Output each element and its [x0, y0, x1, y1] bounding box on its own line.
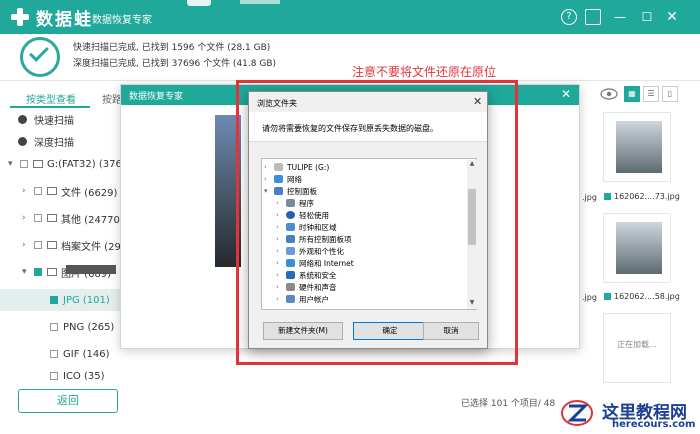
- thumbnail-card[interactable]: [603, 112, 671, 182]
- checkbox[interactable]: [50, 350, 58, 358]
- tree-label: ICO (35): [63, 370, 105, 382]
- back-button[interactable]: 返回: [18, 389, 118, 413]
- save-icon[interactable]: [585, 9, 601, 25]
- check-circle-icon: [18, 114, 27, 124]
- logo-cross-icon: [10, 7, 30, 27]
- thumbnail-label[interactable]: 162062....58.jpg: [604, 292, 680, 301]
- top-tab-indicator-2: [240, 0, 280, 4]
- checkbox[interactable]: [34, 187, 42, 195]
- folder-icon: [47, 187, 57, 195]
- thumbnail-partial-label: .jpg: [582, 193, 597, 202]
- tree-label: 其他 (24770): [61, 214, 124, 226]
- checkbox[interactable]: [604, 193, 611, 200]
- close-icon[interactable]: ✕: [561, 87, 571, 101]
- app-logo: 数据蛙: [10, 6, 93, 30]
- thumbnail-image: [616, 121, 662, 173]
- deep-scan-status: 深度扫描已完成, 已找到 37696 个文件 (41.8 GB): [73, 59, 277, 69]
- check-circle-icon: [18, 136, 27, 146]
- thumbnail-card[interactable]: [603, 213, 671, 283]
- tree-label: GIF (146): [63, 348, 110, 360]
- thumbnail-filename: 162062....73.jpg: [614, 192, 680, 201]
- checkbox[interactable]: [34, 214, 42, 222]
- chevron-right-icon[interactable]: ›: [22, 186, 34, 196]
- checkbox[interactable]: [50, 372, 58, 380]
- help-icon[interactable]: ?: [561, 9, 577, 25]
- tree-label: 文件 (6629): [61, 187, 118, 199]
- checkbox[interactable]: [604, 293, 611, 300]
- tree-label: PNG (265): [63, 321, 115, 333]
- thumbnail-partial-label: .jpg: [582, 293, 597, 302]
- chevron-right-icon[interactable]: ›: [22, 240, 34, 250]
- thumbnail-card-loading[interactable]: 正在加载...: [603, 313, 671, 383]
- eye-icon[interactable]: [600, 88, 618, 100]
- checkbox[interactable]: [34, 241, 42, 249]
- chevron-down-icon[interactable]: ▾: [22, 267, 34, 277]
- top-tab-indicator: [187, 0, 211, 6]
- checkbox[interactable]: [20, 160, 28, 168]
- minimize-icon[interactable]: —: [612, 9, 628, 25]
- mode-label: 深度扫描: [34, 137, 74, 149]
- tree-label: JPG (101): [63, 294, 110, 306]
- selection-status: 已选择 101 个项目/ 48: [461, 399, 556, 409]
- tab-by-path[interactable]: 按路: [102, 91, 122, 106]
- annotation-highlight-box: [236, 80, 518, 365]
- thumbnail-image: [616, 222, 662, 274]
- chevron-down-icon[interactable]: ▾: [8, 159, 20, 169]
- maximize-icon[interactable]: ☐: [639, 9, 655, 25]
- mode-label: 快速扫描: [34, 115, 74, 127]
- checkbox[interactable]: [50, 296, 58, 304]
- thumbnail-label[interactable]: 162062....73.jpg: [604, 192, 680, 201]
- detail-view-icon[interactable]: ▯: [662, 86, 678, 102]
- view-mode-switcher: ▦ ☰ ▯: [624, 86, 678, 102]
- app-subtitle: 数据恢复专家: [92, 15, 152, 26]
- loading-text: 正在加载...: [617, 340, 657, 349]
- archive-icon: [47, 241, 57, 249]
- folder-icon: [47, 214, 57, 222]
- close-icon[interactable]: ✕: [664, 9, 680, 25]
- thumbnail-filename: 162062....58.jpg: [614, 292, 680, 301]
- drive-icon: [33, 160, 43, 168]
- watermark-logo-icon: [561, 400, 593, 426]
- app-name: 数据蛙: [36, 9, 93, 30]
- grid-view-icon[interactable]: ▦: [624, 86, 640, 102]
- checkbox[interactable]: [34, 268, 42, 276]
- list-view-icon[interactable]: ☰: [643, 86, 659, 102]
- checkbox[interactable]: [50, 323, 58, 331]
- thumbnail-strip: [66, 265, 116, 274]
- tab-by-type[interactable]: 按类型查看: [26, 91, 76, 106]
- chevron-right-icon[interactable]: ›: [22, 213, 34, 223]
- image-icon: [47, 268, 57, 276]
- quick-scan-status: 快速扫描已完成, 已找到 1596 个文件 (28.1 GB): [73, 43, 271, 53]
- tree-subitem-ico[interactable]: ICO (35): [0, 370, 170, 382]
- annotation-note: 注意不要将文件还原在原位: [352, 65, 497, 79]
- watermark-url: herecours.com: [612, 419, 696, 430]
